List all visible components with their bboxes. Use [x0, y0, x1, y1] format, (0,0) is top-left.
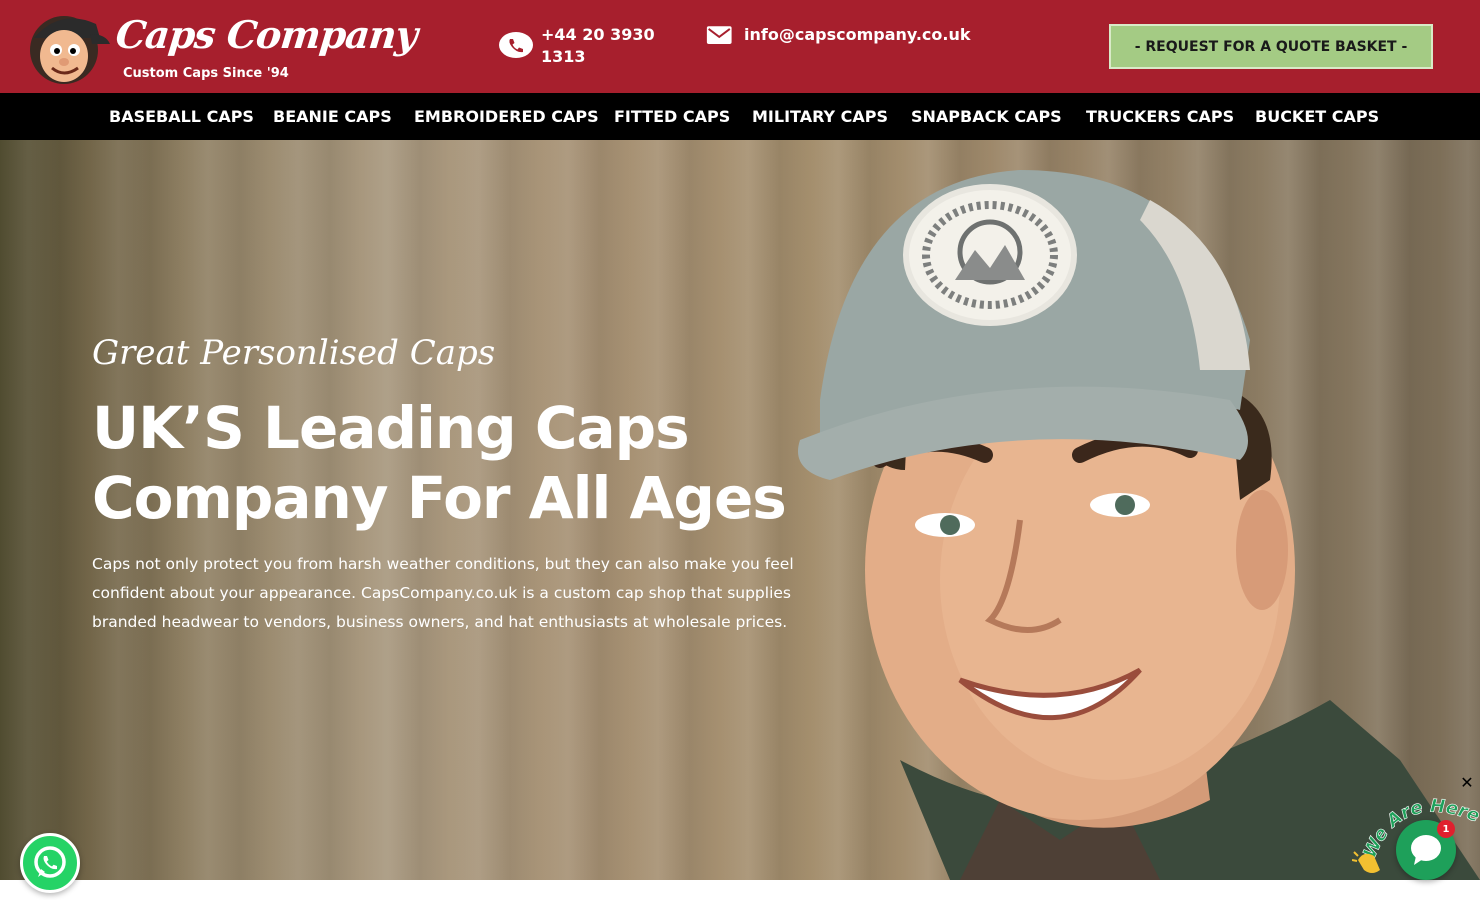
logo-tagline: Custom Caps Since '94 [123, 66, 289, 81]
nav-item-fitted-caps[interactable]: FITTED CAPS [614, 93, 730, 140]
nav-item-snapback-caps[interactable]: SNAPBACK CAPS [911, 93, 1062, 140]
hero-kicker: Great Personlised Caps [92, 333, 496, 373]
phone-contact[interactable]: +44 20 3930 1313 [499, 24, 655, 68]
mascot-logo-icon [30, 16, 110, 84]
nav-item-beanie-caps[interactable]: BEANIE CAPS [273, 93, 392, 140]
nav-item-bucket-caps[interactable]: BUCKET CAPS [1255, 93, 1379, 140]
phone-number: +44 20 3930 1313 [541, 25, 655, 66]
nav-item-military-caps[interactable]: MILITARY CAPS [752, 93, 888, 140]
chat-unread-badge: 1 [1437, 820, 1455, 838]
nav-item-truckers-caps[interactable]: TRUCKERS CAPS [1086, 93, 1234, 140]
envelope-icon [706, 26, 732, 44]
phone-icon [499, 32, 533, 58]
main-nav: BASEBALL CAPS BEANIE CAPS EMBROIDERED CA… [0, 93, 1480, 140]
email-contact[interactable]: info@capscompany.co.uk [706, 24, 971, 48]
site-logo[interactable]: Caps Company Custom Caps Since '94 [20, 4, 419, 88]
request-quote-basket-button[interactable]: - REQUEST FOR A QUOTE BASKET - [1109, 24, 1433, 69]
hero-intro-text: Caps not only protect you from harsh wea… [92, 555, 794, 631]
site-header: Caps Company Custom Caps Since '94 +44 2… [0, 0, 1480, 93]
whatsapp-icon [34, 846, 66, 878]
logo-wordmark: Caps Company [113, 12, 420, 57]
hero-headline: UK’S Leading Caps Company For All Ages [92, 394, 787, 532]
nav-item-baseball-caps[interactable]: BASEBALL CAPS [109, 93, 254, 140]
nav-item-embroidered-caps[interactable]: EMBROIDERED CAPS [414, 93, 599, 140]
whatsapp-button[interactable] [20, 833, 80, 893]
email-address: info@capscompany.co.uk [744, 25, 971, 44]
chat-bubble-icon [1411, 835, 1441, 865]
hero-banner: Great Personlised Caps UK’S Leading Caps… [0, 140, 1480, 880]
